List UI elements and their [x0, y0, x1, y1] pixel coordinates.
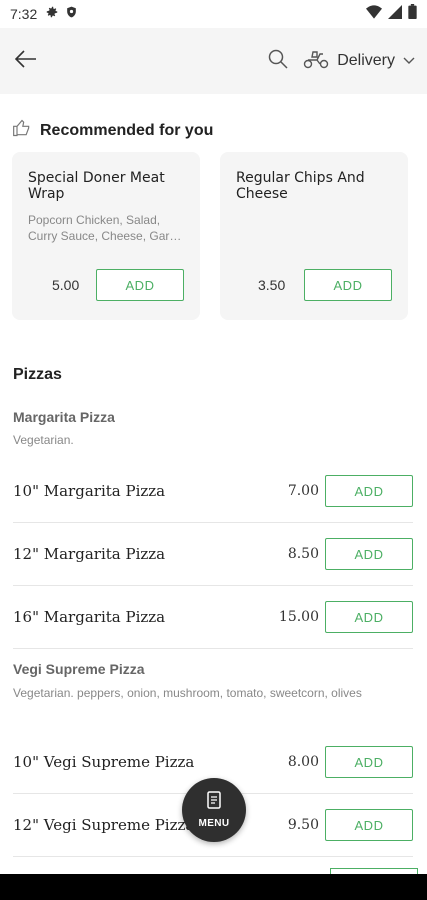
menu-item-row[interactable]: 10" Margarita Pizza 7.00 ADD: [13, 460, 413, 523]
recommended-item-description: Popcorn Chicken, Salad, Curry Sauce, Che…: [28, 213, 182, 243]
app-bar: Delivery: [0, 28, 427, 94]
recommended-item-price: 5.00: [52, 277, 80, 293]
group-title: Margarita Pizza: [13, 409, 115, 425]
signal-icon: [388, 4, 402, 24]
group-title: Vegi Supreme Pizza: [13, 661, 145, 677]
group-description: Vegetarian. peppers, onion, mushroom, to…: [13, 686, 362, 700]
thumbs-up-icon: [12, 118, 32, 143]
menu-document-icon: [207, 791, 221, 814]
menu-item-row[interactable]: 16" Margarita Pizza 15.00 ADD: [13, 586, 413, 649]
recommended-header: Recommended for you: [12, 118, 213, 143]
menu-item-price: 8.00: [287, 754, 319, 770]
menu-item-price: 9.50: [287, 817, 319, 833]
add-button[interactable]: ADD: [325, 538, 413, 570]
battery-icon: [408, 4, 417, 24]
menu-item-price: 7.00: [287, 483, 319, 499]
section-title: Pizzas: [13, 366, 62, 383]
recommended-item-name: Regular Chips And Cheese: [236, 170, 365, 202]
system-nav-bar: [0, 874, 427, 900]
status-time: 7:32: [10, 6, 38, 22]
wifi-icon: [366, 4, 382, 24]
menu-item-name: 16" Margarita Pizza: [13, 608, 166, 626]
menu-fab-button[interactable]: MENU: [182, 778, 246, 842]
scooter-icon: [303, 49, 329, 74]
add-button[interactable]: ADD: [325, 601, 413, 633]
recommended-item-name: Special Doner Meat Wrap: [28, 170, 165, 202]
recommended-card[interactable]: Special Doner Meat Wrap Popcorn Chicken,…: [12, 152, 200, 320]
menu-item-price: 15.00: [278, 609, 319, 625]
recommended-card[interactable]: Regular Chips And Cheese 3.50 ADD: [220, 152, 408, 320]
menu-item-name: 10" Vegi Supreme Pizza: [13, 753, 195, 771]
menu-item-row[interactable]: 12" Margarita Pizza 8.50 ADD: [13, 523, 413, 586]
menu-item-name: 10" Margarita Pizza: [13, 482, 166, 500]
menu-fab-label: MENU: [198, 818, 230, 829]
delivery-mode-selector[interactable]: Delivery: [303, 49, 415, 74]
chevron-down-icon: [403, 52, 415, 70]
search-button[interactable]: [265, 48, 291, 74]
search-icon: [268, 49, 288, 74]
add-button[interactable]: ADD: [96, 269, 184, 301]
menu-item-name: 12" Vegi Supreme Pizza: [13, 816, 195, 834]
recommended-item-price: 3.50: [258, 277, 286, 293]
settings-icon: [45, 5, 59, 24]
group-description: Vegetarian.: [13, 433, 74, 447]
recommended-title: Recommended for you: [40, 121, 214, 139]
shield-icon: [65, 5, 78, 24]
delivery-label: Delivery: [337, 52, 395, 69]
menu-item-name: 12" Margarita Pizza: [13, 545, 166, 563]
add-button[interactable]: ADD: [325, 475, 413, 507]
menu-item-price: 8.50: [287, 546, 319, 562]
add-button[interactable]: ADD: [304, 269, 392, 301]
back-button[interactable]: [12, 47, 40, 75]
add-button[interactable]: ADD: [325, 809, 413, 841]
add-button[interactable]: ADD: [325, 746, 413, 778]
back-arrow-icon: [14, 49, 37, 73]
status-bar: 7:32: [0, 0, 427, 28]
